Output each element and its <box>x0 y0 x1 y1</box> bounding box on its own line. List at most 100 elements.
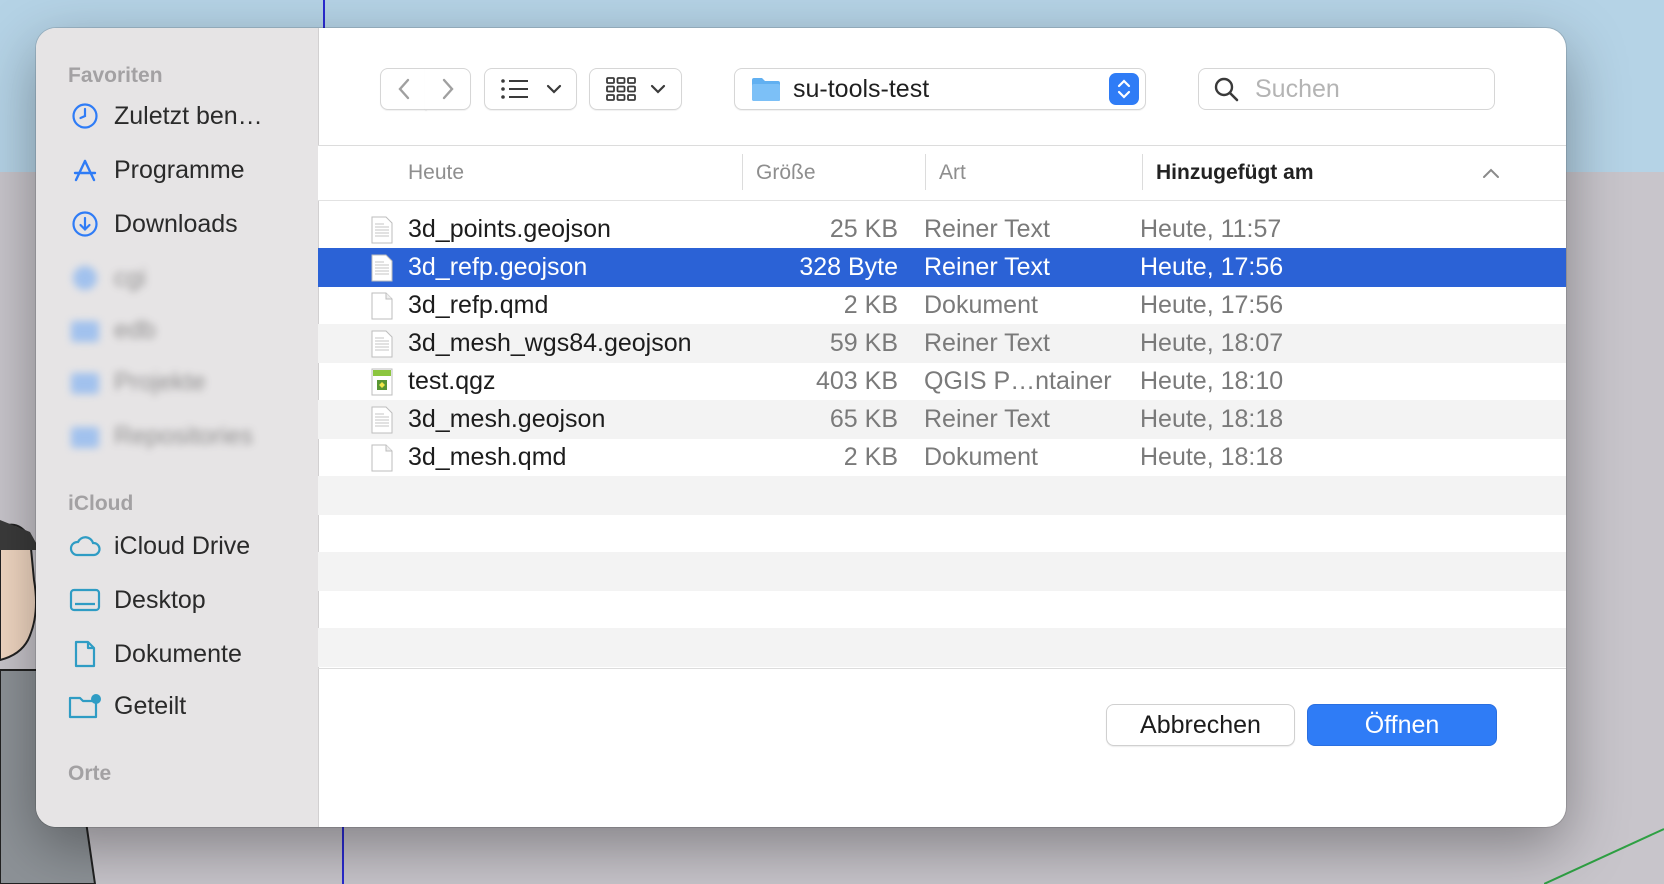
clock-icon <box>68 99 102 133</box>
desktop-icon <box>68 583 102 617</box>
file-row[interactable]: 3d_points.geojson 25 KB Reiner Text Heut… <box>318 210 1566 249</box>
file-row[interactable]: 3d_mesh_wgs84.geojson 59 KB Reiner Text … <box>318 324 1566 363</box>
sidebar-item-label: Geteilt <box>114 691 187 720</box>
empty-row <box>318 514 1566 553</box>
blank-file-icon <box>371 444 393 472</box>
file-kind: Reiner Text <box>924 215 1050 243</box>
sidebar-item-blurred-4[interactable]: Repositories <box>68 414 308 458</box>
sidebar-item-downloads[interactable]: Downloads <box>68 202 308 246</box>
current-folder-name: su-tools-test <box>793 74 930 103</box>
empty-row <box>318 590 1566 629</box>
grid-icon <box>605 77 636 101</box>
file-list: 3d_points.geojson 25 KB Reiner Text Heut… <box>318 210 1566 668</box>
background-axis-line-lower <box>342 826 344 884</box>
file-name: 3d_mesh.qmd <box>408 443 567 471</box>
empty-row <box>318 476 1566 515</box>
file-row-selected[interactable]: 3d_refp.geojson 328 Byte Reiner Text Heu… <box>318 248 1566 287</box>
blank-file-icon <box>371 292 393 320</box>
folder-icon <box>68 419 102 453</box>
sidebar-item-shared[interactable]: Geteilt <box>68 684 308 728</box>
cancel-button[interactable]: Abbrechen <box>1106 704 1295 746</box>
file-date-added: Heute, 18:18 <box>1140 443 1284 471</box>
file-name: 3d_points.geojson <box>408 215 611 243</box>
view-mode-button[interactable] <box>484 68 577 110</box>
text-file-icon <box>371 216 393 244</box>
shared-folder-icon <box>68 689 102 723</box>
sidebar-item-blurred-2[interactable]: edb <box>68 308 308 352</box>
forward-button[interactable] <box>425 68 471 110</box>
file-size: 59 KB <box>829 329 898 357</box>
file-date-added: Heute, 11:57 <box>1140 215 1282 243</box>
back-button[interactable] <box>380 68 427 110</box>
file-kind: Dokument <box>924 443 1038 471</box>
file-kind: Reiner Text <box>924 253 1050 281</box>
group-button[interactable] <box>589 68 682 110</box>
column-divider <box>925 154 926 190</box>
search-input[interactable] <box>1253 73 1487 105</box>
sidebar-heading-favorites: Favoriten <box>68 64 163 87</box>
open-file-dialog: Favoriten Zuletzt ben… Programme Downloa… <box>36 28 1566 827</box>
file-name: 3d_refp.geojson <box>408 253 588 281</box>
text-file-icon <box>371 330 393 358</box>
sidebar-item-blurred-1[interactable]: cgi <box>68 256 308 300</box>
file-row[interactable]: 3d_refp.qmd 2 KB Dokument Heute, 17:56 <box>318 286 1566 325</box>
sidebar-item-recents[interactable]: Zuletzt ben… <box>68 94 308 138</box>
file-name: test.qgz <box>408 367 496 395</box>
text-file-icon <box>371 406 393 434</box>
sidebar-item-label: Zuletzt ben… <box>114 101 263 130</box>
file-size: 25 KB <box>829 215 898 243</box>
cloud-icon <box>68 529 102 563</box>
file-name: 3d_mesh_wgs84.geojson <box>408 329 692 357</box>
file-row[interactable]: test.qgz 403 KB QGIS P…ntainer Heute, 18… <box>318 362 1566 401</box>
chevron-right-icon <box>442 78 454 100</box>
sidebar-item-label: Projekte <box>114 367 206 396</box>
sidebar-item-documents[interactable]: Dokumente <box>68 632 308 676</box>
file-date-added: Heute, 17:56 <box>1140 253 1284 281</box>
search-field[interactable] <box>1198 68 1495 110</box>
sidebar-item-applications[interactable]: Programme <box>68 148 308 192</box>
background-axis-line <box>323 0 325 30</box>
file-kind: QGIS P…ntainer <box>924 367 1112 395</box>
file-size: 65 KB <box>829 405 898 433</box>
sidebar-item-icloud-drive[interactable]: iCloud Drive <box>68 524 308 568</box>
file-size: 403 KB <box>815 367 898 395</box>
column-header-size[interactable]: Größe <box>756 146 816 200</box>
file-kind: Dokument <box>924 291 1038 319</box>
download-icon <box>68 207 102 241</box>
file-date-added: Heute, 17:56 <box>1140 291 1284 319</box>
file-list-header: Heute Größe Art Hinzugefügt am <box>318 146 1566 201</box>
file-name: 3d_refp.qmd <box>408 291 549 319</box>
sidebar-item-label: iCloud Drive <box>114 531 251 560</box>
sidebar-item-label: Downloads <box>114 209 238 238</box>
document-icon <box>68 637 102 671</box>
sidebar-item-label: Desktop <box>114 585 206 614</box>
column-header-kind[interactable]: Art <box>939 146 966 200</box>
file-name: 3d_mesh.geojson <box>408 405 606 433</box>
sidebar-item-desktop[interactable]: Desktop <box>68 578 308 622</box>
background-green-axis <box>1544 828 1664 884</box>
sidebar-item-label: Dokumente <box>114 639 242 668</box>
sidebar-item-label: cgi <box>114 263 146 292</box>
file-row[interactable]: 3d_mesh.geojson 65 KB Reiner Text Heute,… <box>318 400 1566 439</box>
file-date-added: Heute, 18:10 <box>1140 367 1284 395</box>
column-divider <box>1142 154 1143 190</box>
sidebar: Favoriten Zuletzt ben… Programme Downloa… <box>36 28 319 827</box>
column-header-name[interactable]: Heute <box>408 146 464 200</box>
column-header-date-added[interactable]: Hinzugefügt am <box>1156 146 1314 200</box>
search-icon <box>1214 77 1239 102</box>
file-kind: Reiner Text <box>924 405 1050 433</box>
location-popup[interactable]: su-tools-test <box>734 68 1146 110</box>
file-date-added: Heute, 18:18 <box>1140 405 1284 433</box>
open-button[interactable]: Öffnen <box>1307 704 1497 746</box>
chevron-down-icon <box>650 84 665 94</box>
sidebar-item-label: edb <box>114 315 156 344</box>
sidebar-item-label: Repositories <box>114 421 253 450</box>
globe-icon <box>68 261 102 295</box>
file-date-added: Heute, 18:07 <box>1140 329 1284 357</box>
empty-row <box>318 552 1566 591</box>
folder-icon <box>68 365 102 399</box>
file-row[interactable]: 3d_mesh.qmd 2 KB Dokument Heute, 18:18 <box>318 438 1566 477</box>
file-size: 2 KB <box>843 443 898 471</box>
sidebar-item-blurred-3[interactable]: Projekte <box>68 360 308 404</box>
chevron-left-icon <box>397 78 409 100</box>
